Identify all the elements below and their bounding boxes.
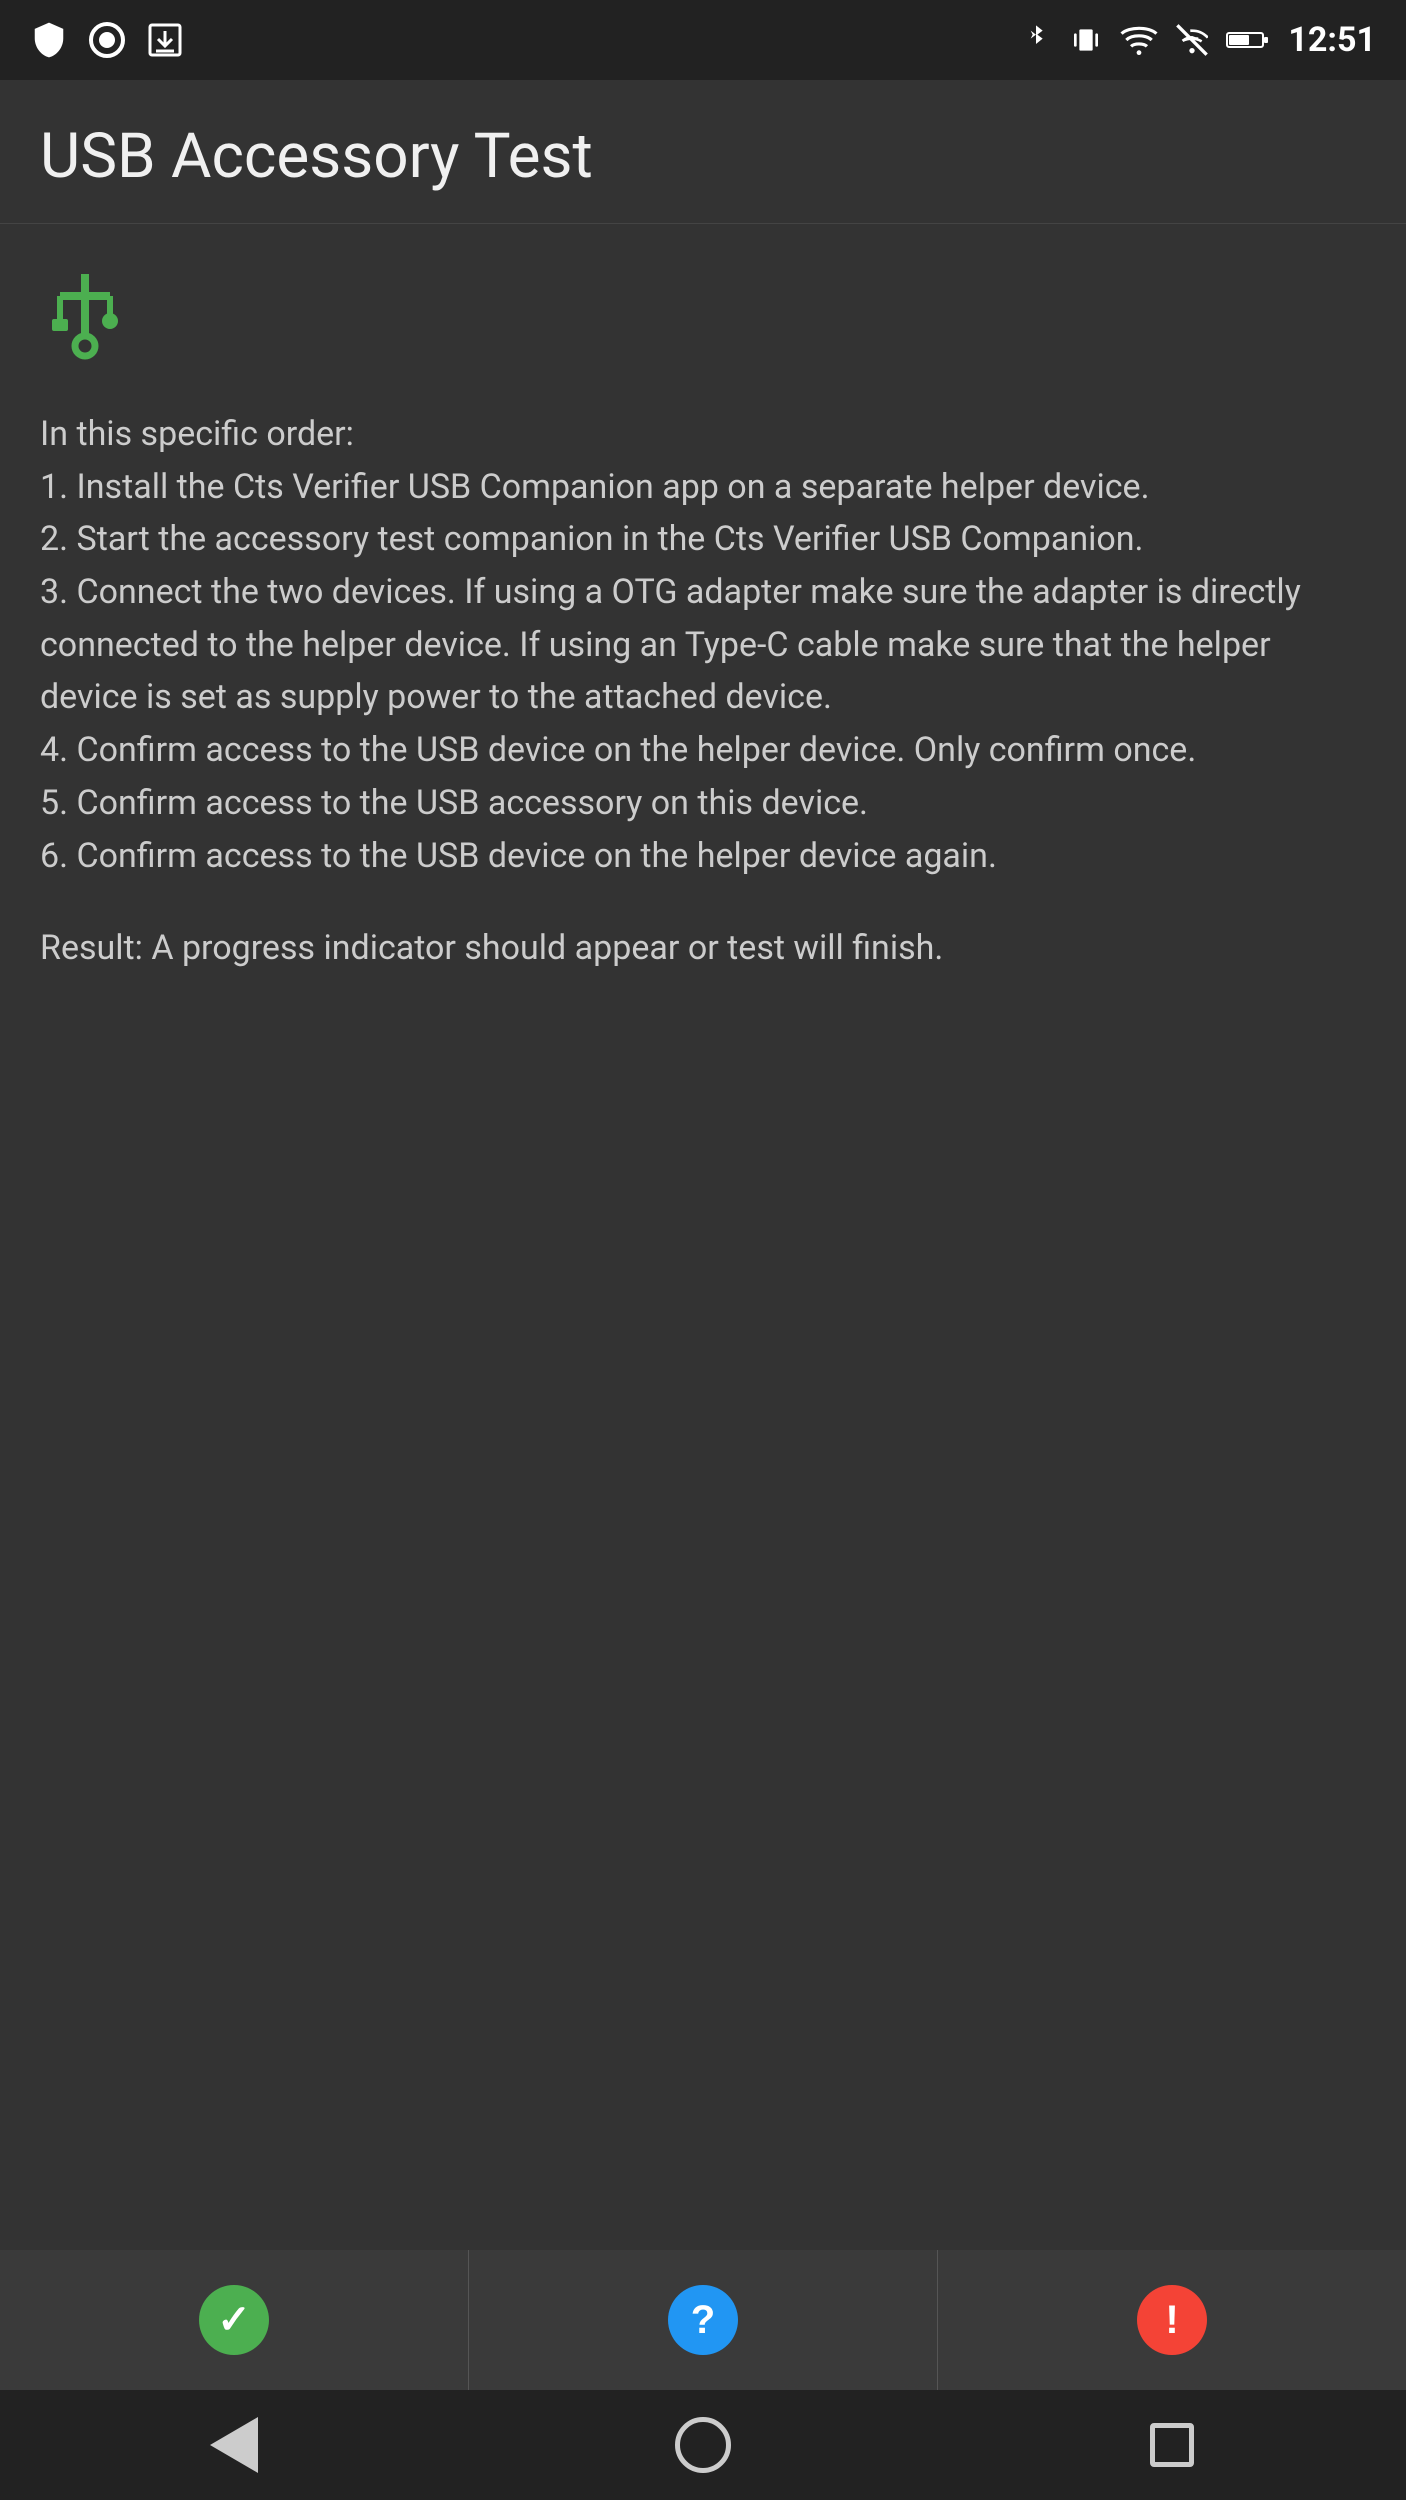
- shield-icon: [30, 21, 68, 59]
- record-icon: [88, 21, 126, 59]
- fail-button[interactable]: !: [938, 2250, 1406, 2390]
- bluetooth-icon: [1020, 24, 1052, 56]
- action-bar: ✓ ? !: [0, 2250, 1406, 2390]
- fail-icon-circle: !: [1137, 2285, 1207, 2355]
- status-time: 12:51: [1288, 20, 1376, 60]
- result-text: Result: A progress indicator should appe…: [40, 922, 1366, 975]
- app-header: USB Accessory Test: [0, 80, 1406, 224]
- fail-exclamation-icon: !: [1165, 2300, 1178, 2340]
- page-title: USB Accessory Test: [40, 120, 1366, 193]
- status-bar: 12:51: [0, 0, 1406, 80]
- info-button[interactable]: ?: [469, 2250, 938, 2390]
- nav-back-button[interactable]: [194, 2405, 274, 2485]
- home-icon: [675, 2417, 731, 2473]
- wifi-icon: [1120, 24, 1158, 56]
- vibrate-icon: [1070, 24, 1102, 56]
- main-content: In this specific order: 1. Install the C…: [0, 224, 1406, 2250]
- pass-checkmark-icon: ✓: [217, 2300, 251, 2340]
- battery-icon: [1226, 24, 1270, 56]
- pass-button[interactable]: ✓: [0, 2250, 469, 2390]
- usb-icon: [40, 264, 130, 364]
- instructions-text: In this specific order: 1. Install the C…: [40, 408, 1366, 882]
- download-icon: [146, 21, 184, 59]
- usb-icon-container: [40, 264, 1366, 368]
- info-icon-circle: ?: [668, 2285, 738, 2355]
- nav-bar: [0, 2390, 1406, 2500]
- status-bar-right-icons: 12:51: [1020, 20, 1376, 60]
- nav-recent-button[interactable]: [1132, 2405, 1212, 2485]
- info-question-icon: ?: [691, 2300, 715, 2340]
- status-bar-left-icons: [30, 21, 184, 59]
- nav-home-button[interactable]: [663, 2405, 743, 2485]
- back-icon: [210, 2417, 258, 2473]
- recent-icon: [1150, 2423, 1194, 2467]
- signal-off-icon: [1176, 24, 1208, 56]
- pass-icon-circle: ✓: [199, 2285, 269, 2355]
